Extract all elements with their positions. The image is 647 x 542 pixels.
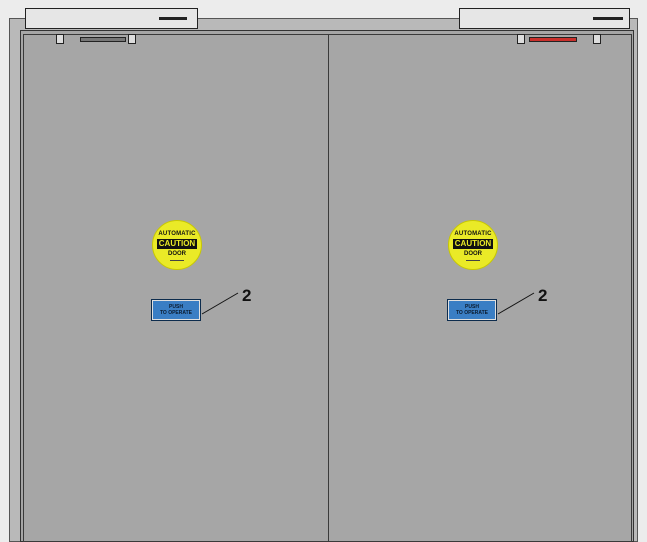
decal-line-1: AUTOMATIC	[454, 230, 492, 237]
decal-underline	[170, 259, 184, 261]
left-arm-end	[128, 34, 136, 44]
door-elevation-drawing: AUTOMATIC CAUTION DOOR AUTOMATIC CAUTION…	[0, 0, 647, 542]
left-header-slot	[159, 17, 187, 20]
left-push-plate-button[interactable]: PUSH TO OPERATE	[151, 299, 201, 321]
decal-line-2: CAUTION	[452, 238, 494, 249]
push-plate-line-2: TO OPERATE	[455, 310, 489, 316]
left-door-leaf	[23, 34, 329, 542]
decal-underline	[466, 259, 480, 261]
right-header-slot	[593, 17, 623, 20]
right-arm-end	[517, 34, 525, 44]
left-arm-pivot	[56, 34, 64, 44]
right-arm-pivot	[593, 34, 601, 44]
right-callout-number: 2	[538, 286, 548, 305]
right-arm-bar	[529, 37, 577, 42]
right-door-leaf	[328, 34, 632, 542]
left-closer-arm	[56, 33, 140, 45]
left-caution-decal: AUTOMATIC CAUTION DOOR	[152, 220, 202, 270]
left-operator-header	[25, 8, 198, 29]
decal-line-3: DOOR	[464, 250, 482, 257]
right-push-plate-button[interactable]: PUSH TO OPERATE	[447, 299, 497, 321]
right-operator-header	[459, 8, 630, 29]
decal-line-1: AUTOMATIC	[158, 230, 196, 237]
right-caution-decal: AUTOMATIC CAUTION DOOR	[448, 220, 498, 270]
right-closer-arm	[517, 33, 603, 45]
push-plate-line-2: TO OPERATE	[159, 310, 193, 316]
decal-line-2: CAUTION	[156, 238, 198, 249]
left-arm-bar	[80, 37, 126, 42]
decal-line-3: DOOR	[168, 250, 186, 257]
left-callout-number: 2	[242, 286, 252, 305]
